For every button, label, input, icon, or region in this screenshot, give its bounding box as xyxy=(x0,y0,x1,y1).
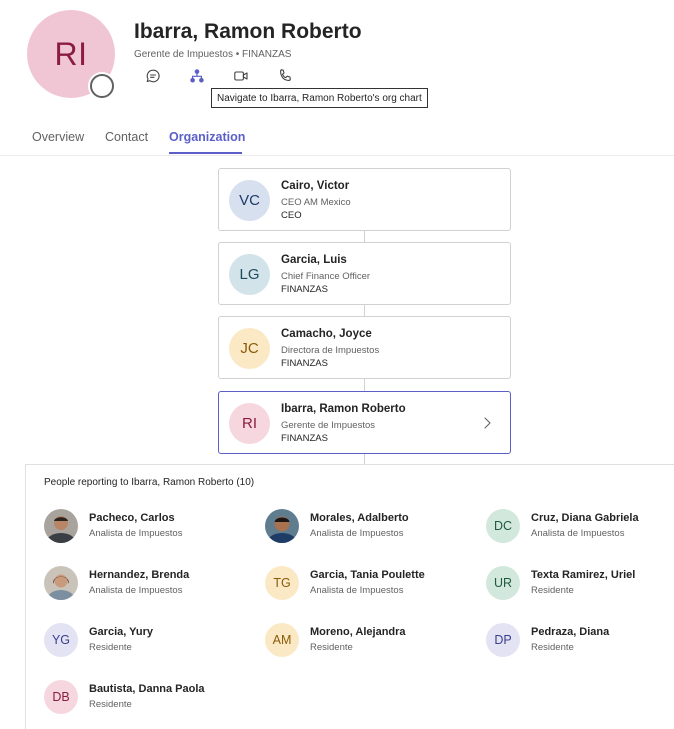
active-tab-indicator xyxy=(169,152,242,154)
person-name: Ibarra, Ramon Roberto xyxy=(281,403,406,415)
person-name: Garcia, Tania Poulette xyxy=(310,569,425,581)
avatar-initials: VC xyxy=(239,192,260,209)
chain-connector xyxy=(364,379,365,391)
avatar: LG xyxy=(229,254,270,295)
report-pacheco-carlos[interactable]: Pacheco, Carlos Analista de Impuestos xyxy=(44,509,254,549)
person-name: Bautista, Danna Paola xyxy=(89,683,205,695)
org-chart-button[interactable] xyxy=(186,66,208,86)
person-title: Analista de Impuestos xyxy=(89,585,183,596)
avatar: YG xyxy=(44,623,78,657)
person-name: Pacheco, Carlos xyxy=(89,512,175,524)
avatar-photo xyxy=(44,509,78,543)
person-title: Analista de Impuestos xyxy=(310,585,404,596)
report-hernandez-brenda[interactable]: Hernandez, Brenda Analista de Impuestos xyxy=(44,566,254,606)
avatar-initials: RI xyxy=(242,415,257,432)
person-name: Camacho, Joyce xyxy=(281,328,372,340)
phone-call-icon xyxy=(280,69,291,81)
person-name: Morales, Adalberto xyxy=(310,512,409,524)
presence-status-icon xyxy=(90,74,114,98)
person-title: Analista de Impuestos xyxy=(310,528,404,539)
video-call-icon xyxy=(234,71,248,81)
report-morales-adalberto[interactable]: Morales, Adalberto Analista de Impuestos xyxy=(265,509,475,549)
person-department: FINANZAS xyxy=(281,358,328,369)
avatar-initials: DP xyxy=(494,633,512,647)
person-department: FINANZAS xyxy=(281,284,328,295)
report-moreno-alejandra[interactable]: AM Moreno, Alejandra Residente xyxy=(265,623,475,663)
person-title: Residente xyxy=(89,699,132,710)
person-title: Chief Finance Officer xyxy=(281,271,371,282)
person-name: Garcia, Luis xyxy=(281,254,347,266)
person-title: Residente xyxy=(531,585,574,596)
profile-subtitle: Gerente de Impuestos • FINANZAS xyxy=(134,49,292,60)
avatar-photo xyxy=(44,566,78,600)
chain-connector xyxy=(364,454,365,464)
org-card-camacho-joyce[interactable]: JC Camacho, Joyce Directora de Impuestos… xyxy=(218,316,511,379)
avatar: DB xyxy=(44,680,78,714)
chevron-right-icon[interactable] xyxy=(480,414,494,432)
person-title: Analista de Impuestos xyxy=(89,528,183,539)
report-texta-ramirez-uriel[interactable]: UR Texta Ramirez, Uriel Residente xyxy=(486,566,674,606)
report-garcia-yury[interactable]: YG Garcia, Yury Residente xyxy=(44,623,254,663)
avatar: AM xyxy=(265,623,299,657)
avatar-initials: AM xyxy=(272,633,292,647)
person-title: Residente xyxy=(89,642,132,653)
avatar: UR xyxy=(486,566,520,600)
avatar: JC xyxy=(229,328,270,369)
direct-reports-header: People reporting to Ibarra, Ramon Robert… xyxy=(44,477,255,488)
report-garcia-tania-poulette[interactable]: TG Garcia, Tania Poulette Analista de Im… xyxy=(265,566,475,606)
avatar-initials: DB xyxy=(52,690,70,704)
person-name: Moreno, Alejandra xyxy=(310,626,406,638)
avatar-initials: DC xyxy=(493,519,513,533)
avatar: VC xyxy=(229,180,270,221)
org-chart-icon xyxy=(190,69,204,83)
profile-tabs: Overview Contact Organization xyxy=(0,120,674,156)
profile-name: Ibarra, Ramon Roberto xyxy=(134,20,362,43)
person-name: Cruz, Diana Gabriela xyxy=(531,512,639,524)
avatar: DC xyxy=(486,509,520,543)
avatar: TG xyxy=(265,566,299,600)
avatar-photo xyxy=(265,509,299,543)
avatar: DP xyxy=(486,623,520,657)
person-title: Residente xyxy=(531,642,574,653)
direct-reports-panel: People reporting to Ibarra, Ramon Robert… xyxy=(25,464,674,729)
avatar-initials: UR xyxy=(493,576,513,590)
tab-organization[interactable]: Organization xyxy=(169,130,245,144)
person-department: FINANZAS xyxy=(281,433,328,444)
avatar-initials: YG xyxy=(51,633,71,647)
report-cruz-diana-gabriela[interactable]: DC Cruz, Diana Gabriela Analista de Impu… xyxy=(486,509,674,549)
tab-overview[interactable]: Overview xyxy=(32,130,84,144)
person-name: Hernandez, Brenda xyxy=(89,569,190,581)
person-name: Texta Ramirez, Uriel xyxy=(531,569,636,581)
chat-button[interactable] xyxy=(142,66,164,86)
person-title: Gerente de Impuestos xyxy=(281,420,375,431)
person-title: Directora de Impuestos xyxy=(281,345,380,356)
person-name: Pedraza, Diana xyxy=(531,626,610,638)
org-chart-tooltip: Navigate to Ibarra, Ramon Roberto's org … xyxy=(211,88,428,108)
avatar-initials: LG xyxy=(239,266,260,283)
org-card-ibarra-ramon-roberto[interactable]: RI Ibarra, Ramon Roberto Gerente de Impu… xyxy=(218,391,511,454)
profile-avatar-initials: RI xyxy=(54,35,88,72)
person-name: Cairo, Victor xyxy=(281,180,350,192)
avatar-initials: TG xyxy=(273,576,291,590)
report-bautista-danna-paola[interactable]: DB Bautista, Danna Paola Residente xyxy=(44,680,254,720)
person-title: Residente xyxy=(310,642,353,653)
org-card-garcia-luis[interactable]: LG Garcia, Luis Chief Finance Officer FI… xyxy=(218,242,511,305)
person-title: Analista de Impuestos xyxy=(531,528,625,539)
chat-icon xyxy=(146,69,160,83)
tab-contact[interactable]: Contact xyxy=(105,130,148,144)
person-department: CEO xyxy=(281,210,302,221)
phone-call-button[interactable] xyxy=(274,66,296,86)
person-name: Garcia, Yury xyxy=(89,626,154,638)
person-title: CEO AM Mexico xyxy=(281,197,351,208)
report-pedraza-diana[interactable]: DP Pedraza, Diana Residente xyxy=(486,623,674,663)
avatar: RI xyxy=(229,403,270,444)
video-call-button[interactable] xyxy=(230,66,252,86)
org-card-cairo-victor[interactable]: VC Cairo, Victor CEO AM Mexico CEO xyxy=(218,168,511,231)
avatar-initials: JC xyxy=(240,340,259,357)
